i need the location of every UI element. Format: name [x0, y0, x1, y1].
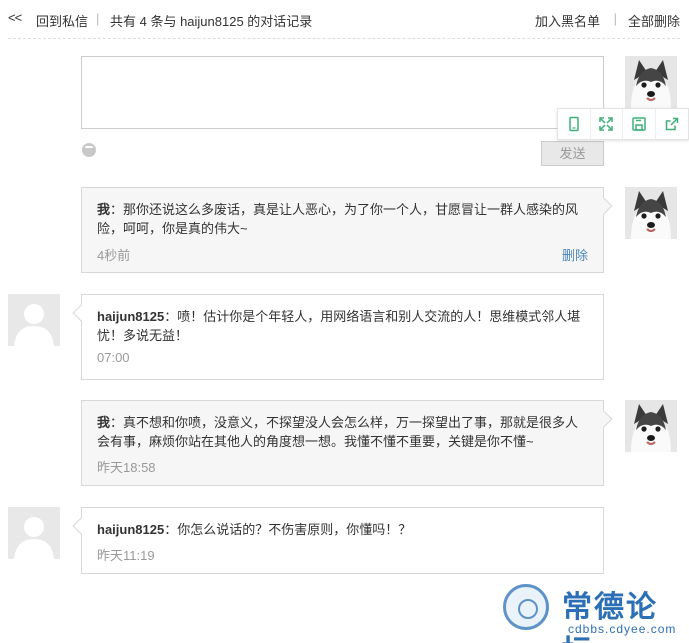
avatar[interactable]	[625, 56, 677, 108]
bubble-arrow	[72, 304, 90, 322]
message-time: 07:00	[97, 350, 130, 365]
message-bubble-theirs: haijun8125：你怎么说话的？不伤害原则，你懂吗！？ 昨天11:19	[72, 507, 604, 574]
message-bubble-mine: 我：真不想和你喷，没意义，不探望没人会怎么样，万一探望出了事，那就是很多人会有事…	[81, 400, 613, 486]
back-chevron-icon[interactable]: <<	[8, 10, 22, 25]
default-avatar-icon	[8, 294, 60, 346]
header-separator: |	[613, 11, 617, 26]
message-body: ：真不想和你喷，没意义，不探望没人会怎么样，万一探望出了事，那就是很多人会有事，…	[97, 415, 579, 449]
floating-toolbar	[557, 108, 689, 140]
watermark-url: cdbbs.cdyee.com	[568, 622, 677, 636]
avatar[interactable]	[8, 294, 60, 346]
message-text: haijun8125：喷！估计你是个年轻人，用网络语言和别人交流的人！思维模式邻…	[97, 307, 587, 345]
smiley-icon[interactable]	[82, 143, 96, 157]
message-bubble-theirs: haijun8125：喷！估计你是个年轻人，用网络语言和别人交流的人！思维模式邻…	[72, 294, 604, 380]
save-icon[interactable]	[623, 109, 656, 139]
avatar[interactable]	[625, 187, 677, 239]
phone-icon[interactable]	[558, 109, 591, 139]
message-sender: haijun8125	[97, 522, 165, 537]
share-icon[interactable]	[656, 109, 688, 139]
message-time: 昨天11:19	[97, 548, 155, 563]
header-separator: |	[96, 11, 100, 26]
husky-avatar-image	[625, 400, 677, 452]
delete-all-link[interactable]: 全部删除	[628, 11, 680, 30]
message-body: ：那你还说这么多废话，真是让人恶心，为了你一个人，甘愿冒让一群人感染的风险，呵呵…	[97, 202, 579, 236]
message-text: 我：真不想和你喷，没意义，不探望没人会怎么样，万一探望出了事，那就是很多人会有事…	[97, 413, 587, 451]
conversation-count: 共有 4 条与 haijun8125 的对话记录	[110, 14, 313, 29]
watermark: 常德论坛 cdbbs.cdyee.com	[500, 582, 686, 643]
message-sender: 我	[97, 202, 111, 217]
header-divider	[8, 38, 680, 39]
bubble-arrow	[595, 197, 613, 215]
send-button[interactable]: 发送	[541, 141, 604, 166]
bubble-arrow	[595, 410, 613, 428]
message-text: haijun8125：你怎么说话的？不伤害原则，你懂吗！？	[97, 520, 587, 539]
bubble-arrow	[72, 517, 90, 535]
message-time: 4秒前	[97, 248, 131, 263]
forum-seal-icon	[503, 584, 549, 630]
message-text: 我：那你还说这么多废话，真是让人恶心，为了你一个人，甘愿冒让一群人感染的风险，呵…	[97, 200, 587, 238]
husky-avatar-image	[625, 56, 677, 108]
message-sender: haijun8125	[97, 309, 165, 324]
message-time: 昨天18:58	[97, 460, 156, 475]
avatar[interactable]	[8, 507, 60, 559]
message-body: ：喷！估计你是个年轻人，用网络语言和别人交流的人！思维模式邻人堪忧！多说无益！	[97, 309, 581, 343]
fullscreen-icon[interactable]	[591, 109, 623, 139]
message-sender: 我	[97, 415, 111, 430]
husky-avatar-image	[625, 187, 677, 239]
back-to-messages-link[interactable]: 回到私信	[36, 11, 88, 30]
message-body: ：你怎么说话的？不伤害原则，你懂吗！？	[164, 522, 412, 537]
avatar[interactable]	[625, 400, 677, 452]
message-input[interactable]	[81, 56, 604, 129]
default-avatar-icon	[8, 507, 60, 559]
conversation-header: << 回到私信 | 共有 4 条与 haijun8125 的对话记录 加入黑名单…	[8, 10, 680, 32]
message-bubble-mine: 我：那你还说这么多废话，真是让人恶心，为了你一个人，甘愿冒让一群人感染的风险，呵…	[81, 187, 613, 273]
delete-message-link[interactable]: 删除	[562, 245, 588, 264]
block-user-link[interactable]: 加入黑名单	[535, 11, 600, 30]
